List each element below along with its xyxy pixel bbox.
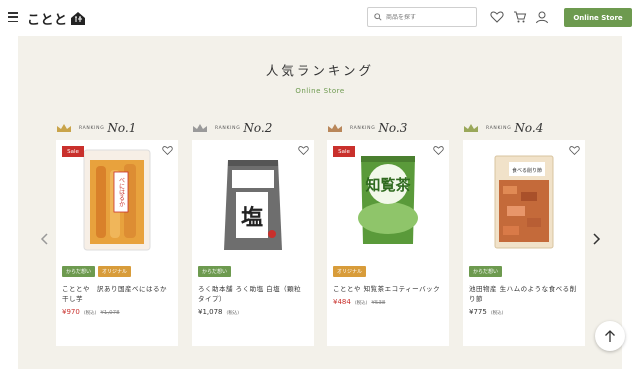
favorite-icon[interactable]: [569, 145, 580, 156]
price-row: ¥1,078 (税込): [198, 308, 308, 316]
current-price: ¥775: [469, 308, 487, 316]
product-name[interactable]: 池田物産 生ハムのような食べる削り節: [469, 284, 579, 304]
green-tea-package-image: 知覧茶: [358, 156, 418, 244]
original-price: ¥1,078: [100, 310, 120, 316]
tax-label: (税込): [490, 311, 504, 316]
product-info: からだ想い オリジナル こととや 訳あり国産べにはるか干し芋 ¥970 (税込)…: [56, 260, 178, 346]
search-box[interactable]: [367, 7, 477, 27]
tag-karada[interactable]: からだ想い: [469, 266, 503, 277]
sale-badge: Sale: [62, 146, 84, 157]
current-price: ¥970: [62, 308, 80, 316]
search-icon: [374, 13, 382, 21]
product-info: オリジナル こととや 知覧茶エコティーバック ¥484 (税込) ¥538: [327, 260, 449, 346]
product-card-1[interactable]: RANKING No.1 べにはるか Sale からだ想い オリジナル こととや…: [56, 118, 178, 346]
salt-package-image: 塩: [224, 160, 282, 250]
back-to-top-button[interactable]: [595, 321, 625, 351]
logo-house-icon: [70, 12, 85, 25]
tax-label: (税込): [83, 311, 97, 316]
ranking-label: RANKING: [350, 125, 376, 131]
product-card-2[interactable]: RANKING No.2 塩 からだ想い ろく助本舗 ろく助塩 白塩（顆粒タイプ…: [192, 118, 314, 346]
product-card-4[interactable]: RANKING No.4 食べる削り節 からだ想い 池田物産 生ハムのような食べ…: [463, 118, 585, 346]
site-logo[interactable]: ことと: [27, 8, 86, 28]
search-input[interactable]: [386, 13, 476, 21]
rank-number: No.1: [107, 121, 137, 135]
product-image[interactable]: べにはるか Sale: [56, 140, 178, 260]
rank-heading: RANKING No.4: [463, 118, 585, 138]
p4-package-label: 食べる削り節: [512, 167, 542, 174]
product-info: からだ想い 池田物産 生ハムのような食べる削り節 ¥775 (税込): [463, 260, 585, 346]
rank-number: No.3: [378, 121, 408, 135]
favorite-icon[interactable]: [298, 145, 309, 156]
current-price: ¥484: [333, 298, 351, 306]
section-title: 人気ランキング: [265, 63, 375, 78]
crown-icon: [57, 124, 71, 132]
logo-text: ことと: [27, 12, 68, 28]
dried-sweet-potato-image: べにはるか: [83, 149, 151, 251]
product-image[interactable]: 知覧茶 Sale: [327, 140, 449, 260]
current-price: ¥1,078: [198, 308, 223, 316]
rank-number: No.4: [514, 121, 544, 135]
ranking-label: RANKING: [79, 125, 105, 131]
p3-package-label: 知覧茶: [365, 176, 411, 194]
heart-icon[interactable]: [490, 10, 504, 24]
product-info: からだ想い ろく助本舗 ろく助塩 白塩（顆粒タイプ） ¥1,078 (税込): [192, 260, 314, 346]
product-card-3[interactable]: RANKING No.3 知覧茶 Sale オリジナル こととや 知覧茶エコティ…: [327, 118, 449, 346]
crown-icon: [328, 124, 342, 132]
original-price: ¥538: [371, 300, 386, 306]
product-name[interactable]: こととや 訳あり国産べにはるか干し芋: [62, 284, 172, 304]
rank-heading: RANKING No.3: [327, 118, 449, 138]
section-subtitle: Online Store: [295, 87, 345, 95]
p1-package-label: べにはるか: [118, 177, 125, 208]
menu-icon[interactable]: [8, 12, 18, 22]
bonito-flakes-package-image: 食べる削り節: [494, 155, 554, 249]
product-name[interactable]: こととや 知覧茶エコティーバック: [333, 284, 443, 294]
tag-karada[interactable]: からだ想い: [62, 266, 96, 277]
tag-list: からだ想い: [198, 266, 308, 278]
arrow-up-icon: [605, 330, 615, 342]
price-row: ¥775 (税込): [469, 308, 579, 316]
tag-list: からだ想い: [469, 266, 579, 278]
sale-badge: Sale: [333, 146, 355, 157]
tax-label: (税込): [354, 301, 368, 306]
p2-package-label: 塩: [241, 205, 263, 231]
carousel-next-icon[interactable]: [591, 232, 601, 246]
product-image[interactable]: 塩: [192, 140, 314, 260]
rank-number: No.2: [243, 121, 273, 135]
crown-icon: [193, 124, 207, 132]
carousel-prev-icon[interactable]: [40, 232, 50, 246]
rank-heading: RANKING No.2: [192, 118, 314, 138]
favorite-icon[interactable]: [162, 145, 173, 156]
product-name[interactable]: ろく助本舗 ろく助塩 白塩（顆粒タイプ）: [198, 284, 308, 304]
tag-original[interactable]: オリジナル: [98, 266, 132, 277]
cart-icon[interactable]: [513, 10, 527, 24]
price-row: ¥484 (税込) ¥538: [333, 298, 443, 306]
site-header: ことと Online Store: [0, 0, 640, 36]
crown-icon: [464, 124, 478, 132]
rank-heading: RANKING No.1: [56, 118, 178, 138]
ranking-label: RANKING: [215, 125, 241, 131]
favorite-icon[interactable]: [433, 145, 444, 156]
tag-list: からだ想い オリジナル: [62, 266, 172, 278]
tag-list: オリジナル: [333, 266, 443, 278]
tag-original[interactable]: オリジナル: [333, 266, 367, 277]
online-store-button[interactable]: Online Store: [564, 8, 632, 27]
ranking-label: RANKING: [486, 125, 512, 131]
price-row: ¥970 (税込) ¥1,078: [62, 308, 172, 316]
product-image[interactable]: 食べる削り節: [463, 140, 585, 260]
tag-karada[interactable]: からだ想い: [198, 266, 232, 277]
user-icon[interactable]: [535, 10, 549, 24]
tax-label: (税込): [226, 311, 240, 316]
